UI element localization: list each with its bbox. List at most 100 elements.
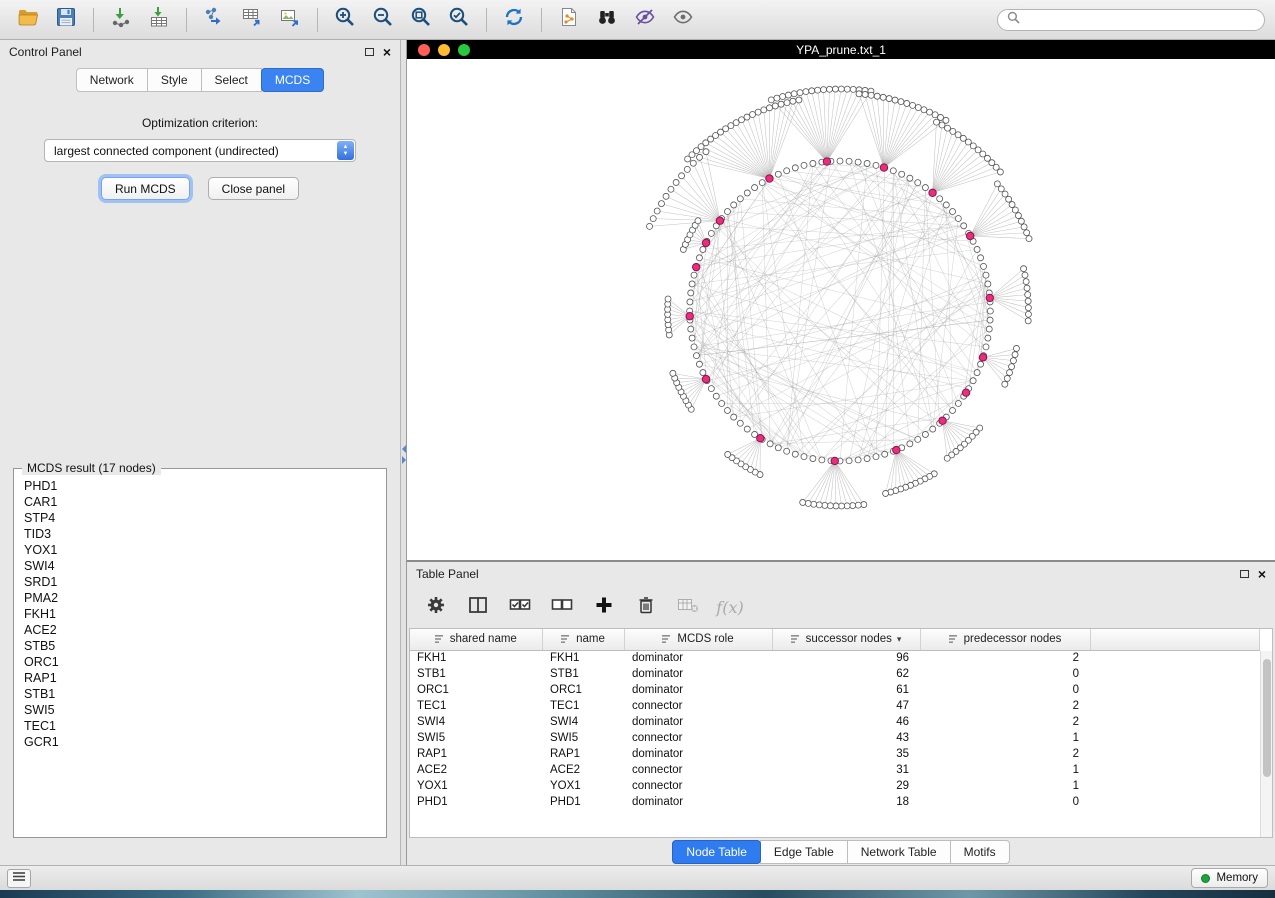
mcds-result-item[interactable]: ORC1 — [24, 654, 376, 670]
deselect-all-rows-button[interactable] — [549, 594, 575, 620]
network-view-window: YPA_prune.txt_1 — [407, 40, 1275, 562]
show-columns-button[interactable] — [465, 594, 491, 620]
table-cell: RAP1 — [410, 746, 542, 762]
table-scrollbar[interactable] — [1260, 651, 1272, 837]
float-table-panel-icon[interactable] — [1240, 570, 1249, 578]
mcds-result-list[interactable]: PHD1CAR1STP4TID3YOX1SWI4SRD1PMA2FKH1ACE2… — [14, 469, 386, 837]
table-row[interactable]: YOX1YOX1connector291 — [410, 778, 1260, 794]
table-row[interactable]: RAP1RAP1dominator352 — [410, 746, 1260, 762]
show-graphics-button[interactable] — [665, 5, 701, 35]
column-header-MCDS-role[interactable]: MCDS role — [624, 629, 772, 650]
tab-motifs[interactable]: Motifs — [950, 840, 1010, 864]
table-cell: 1 — [920, 778, 1090, 794]
mcds-result-item[interactable]: RAP1 — [24, 670, 376, 686]
table-settings-button[interactable] — [423, 594, 449, 620]
close-panel-button[interactable]: Close panel — [208, 177, 299, 200]
hide-details-button[interactable] — [627, 5, 663, 35]
collapse-left-icon — [402, 445, 406, 453]
select-all-rows-button[interactable] — [507, 594, 533, 620]
table-cell: 0 — [920, 794, 1090, 810]
table-row[interactable]: TEC1TEC1connector472 — [410, 698, 1260, 714]
close-panel-icon[interactable]: × — [383, 45, 391, 59]
table-row[interactable]: ORC1ORC1dominator610 — [410, 682, 1260, 698]
table-cell: 46 — [772, 714, 920, 730]
zoom-out-button[interactable] — [365, 5, 401, 35]
table-row[interactable]: SWI4SWI4dominator462 — [410, 714, 1260, 730]
zoom-selected-button[interactable] — [441, 5, 477, 35]
mcds-result-item[interactable]: FKH1 — [24, 606, 376, 622]
column-header-name[interactable]: name — [542, 629, 624, 650]
float-panel-icon[interactable] — [365, 48, 374, 56]
splitter-collapse-handle[interactable] — [401, 445, 406, 464]
tab-mcds[interactable]: MCDS — [261, 68, 324, 92]
import-table-button[interactable] — [141, 5, 177, 35]
close-table-panel-icon[interactable]: × — [1258, 567, 1266, 581]
open-file-button[interactable] — [10, 5, 46, 35]
function-builder-button[interactable]: f(x) — [717, 594, 743, 620]
column-header-shared-name[interactable]: shared name — [410, 629, 542, 650]
export-image-button[interactable] — [272, 5, 308, 35]
memory-button[interactable]: Memory — [1191, 868, 1268, 888]
save-session-button[interactable] — [48, 5, 84, 35]
mcds-result-item[interactable]: PHD1 — [24, 478, 376, 494]
create-column-button[interactable] — [591, 594, 617, 620]
table-cell: 31 — [772, 762, 920, 778]
network-graph[interactable] — [407, 59, 1275, 560]
network-window-titlebar[interactable]: YPA_prune.txt_1 — [407, 40, 1275, 59]
mcds-result-item[interactable]: STP4 — [24, 510, 376, 526]
mcds-result-item[interactable]: ACE2 — [24, 622, 376, 638]
search-network-button[interactable] — [589, 5, 625, 35]
zoom-in-button[interactable] — [327, 5, 363, 35]
window-zoom-icon[interactable] — [458, 44, 470, 56]
network-canvas[interactable] — [407, 59, 1275, 560]
mcds-result-item[interactable]: SWI4 — [24, 558, 376, 574]
table-row[interactable]: STB1STB1dominator620 — [410, 666, 1260, 682]
search-input[interactable] — [1026, 13, 1255, 27]
dropdown-stepper-icon: ▲▼ — [337, 141, 354, 160]
mcds-result-item[interactable]: SRD1 — [24, 574, 376, 590]
tab-edge-table[interactable]: Edge Table — [760, 840, 848, 864]
export-table-button[interactable] — [234, 5, 270, 35]
column-sort-icon — [435, 634, 445, 644]
mcds-result-item[interactable]: SWI5 — [24, 702, 376, 718]
table-row[interactable]: FKH1FKH1dominator962 — [410, 650, 1260, 666]
zoom-fit-button[interactable] — [403, 5, 439, 35]
table-row[interactable]: PHD1PHD1dominator180 — [410, 794, 1260, 810]
delete-column-button[interactable] — [633, 594, 659, 620]
mcds-result-item[interactable]: YOX1 — [24, 542, 376, 558]
mcds-result-item[interactable]: GCR1 — [24, 734, 376, 750]
column-header-successor-nodes[interactable]: successor nodes▾ — [772, 629, 920, 650]
table-row[interactable]: SWI5SWI5connector431 — [410, 730, 1260, 746]
window-close-icon[interactable] — [418, 44, 430, 56]
criterion-dropdown[interactable]: largest connected component (undirected)… — [44, 139, 356, 162]
import-network-button[interactable] — [103, 5, 139, 35]
tab-network-table[interactable]: Network Table — [847, 840, 951, 864]
run-mcds-button[interactable]: Run MCDS — [101, 177, 190, 200]
mcds-result-item[interactable]: CAR1 — [24, 494, 376, 510]
export-network-button[interactable] — [196, 5, 232, 35]
copy-network-button[interactable] — [551, 5, 587, 35]
tab-network[interactable]: Network — [76, 68, 148, 92]
column-header-predecessor-nodes[interactable]: predecessor nodes — [920, 629, 1090, 650]
mcds-result-title: MCDS result (17 nodes) — [22, 461, 161, 475]
tab-select[interactable]: Select — [201, 68, 262, 92]
mcds-result-item[interactable]: STB1 — [24, 686, 376, 702]
mcds-result-item[interactable]: TEC1 — [24, 718, 376, 734]
column-header-filler — [1090, 629, 1260, 650]
status-menu-button[interactable] — [7, 869, 31, 888]
table-cell: dominator — [624, 794, 772, 810]
mcds-result-item[interactable]: STB5 — [24, 638, 376, 654]
table-cell: dominator — [624, 682, 772, 698]
tab-node-table[interactable]: Node Table — [672, 840, 761, 864]
toolbar-search-field[interactable] — [997, 9, 1265, 31]
apply-layout-button[interactable] — [496, 5, 532, 35]
table-cell: ORC1 — [542, 682, 624, 698]
vertical-splitter[interactable] — [400, 40, 407, 865]
mcds-result-item[interactable]: PMA2 — [24, 590, 376, 606]
window-minimize-icon[interactable] — [438, 44, 450, 56]
mcds-result-item[interactable]: TID3 — [24, 526, 376, 542]
tab-style[interactable]: Style — [147, 68, 202, 92]
table-scrollbar-thumb[interactable] — [1263, 659, 1271, 777]
table-row[interactable]: ACE2ACE2connector311 — [410, 762, 1260, 778]
main-area: Control Panel × NetworkStyleSelectMCDS O… — [0, 40, 1275, 865]
